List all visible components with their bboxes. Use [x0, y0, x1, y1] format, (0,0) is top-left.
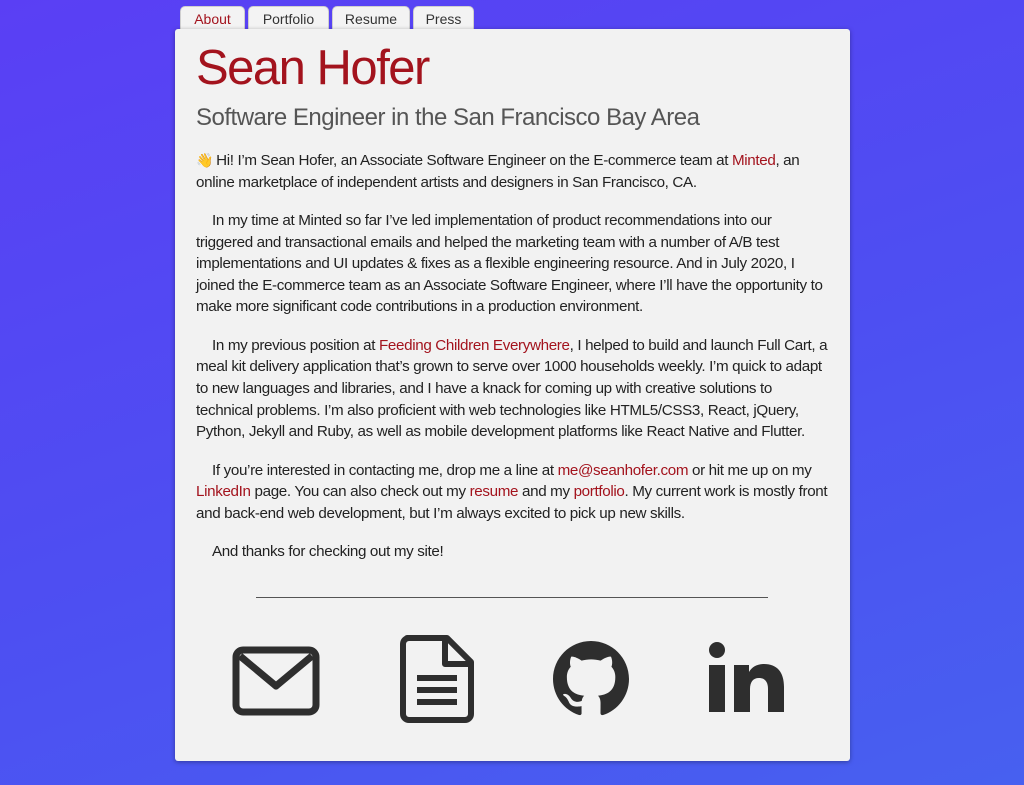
nav-tabs: About Portfolio Resume Press: [180, 6, 474, 31]
social-links: [175, 629, 850, 729]
resume-link[interactable]: resume: [470, 483, 519, 500]
envelope-icon[interactable]: [232, 646, 320, 721]
waving-hand-icon: 👋: [196, 152, 214, 168]
about-card: Sean Hofer Software Engineer in the San …: [175, 29, 850, 761]
minted-paragraph: In my time at Minted so far I’ve led imp…: [196, 211, 823, 316]
portfolio-link[interactable]: portfolio: [574, 483, 625, 500]
contact-text-2: or hit me up on my: [688, 461, 812, 479]
github-icon[interactable]: [553, 641, 629, 722]
intro-text: Hi! I’m Sean Hofer, an Associate Softwar…: [216, 152, 732, 169]
email-link[interactable]: me@seanhofer.com: [558, 462, 689, 479]
tab-resume[interactable]: Resume: [332, 6, 410, 31]
linkedin-icon[interactable]: [708, 642, 786, 719]
minted-link[interactable]: Minted: [732, 152, 776, 169]
feeding-children-everywhere-link[interactable]: Feeding Children Everywhere: [379, 337, 570, 354]
page-subtitle: Software Engineer in the San Francisco B…: [196, 104, 700, 131]
previous-position-paragraph: In my previous position at Feeding Child…: [196, 335, 828, 443]
tab-about[interactable]: About: [180, 6, 245, 31]
contact-text-4: and my: [518, 483, 574, 501]
tab-press[interactable]: Press: [413, 6, 474, 31]
contact-text-1: If you’re interested in contacting me, d…: [212, 461, 558, 479]
contact-paragraph: If you’re interested in contacting me, d…: [196, 460, 828, 525]
intro-paragraph: 👋 Hi! I’m Sean Hofer, an Associate Softwa…: [196, 150, 828, 193]
contact-text-3: page. You can also check out my: [250, 483, 470, 501]
linkedin-link[interactable]: LinkedIn: [196, 483, 251, 500]
about-text: 👋 Hi! I’m Sean Hofer, an Associate Softwa…: [196, 150, 828, 579]
tab-portfolio[interactable]: Portfolio: [248, 6, 329, 31]
document-icon[interactable]: [399, 635, 475, 728]
thanks-paragraph: And thanks for checking out my site!: [212, 543, 444, 561]
divider: [256, 597, 768, 598]
previous-text: In my previous position at: [212, 336, 379, 354]
page-title: Sean Hofer: [196, 41, 430, 95]
